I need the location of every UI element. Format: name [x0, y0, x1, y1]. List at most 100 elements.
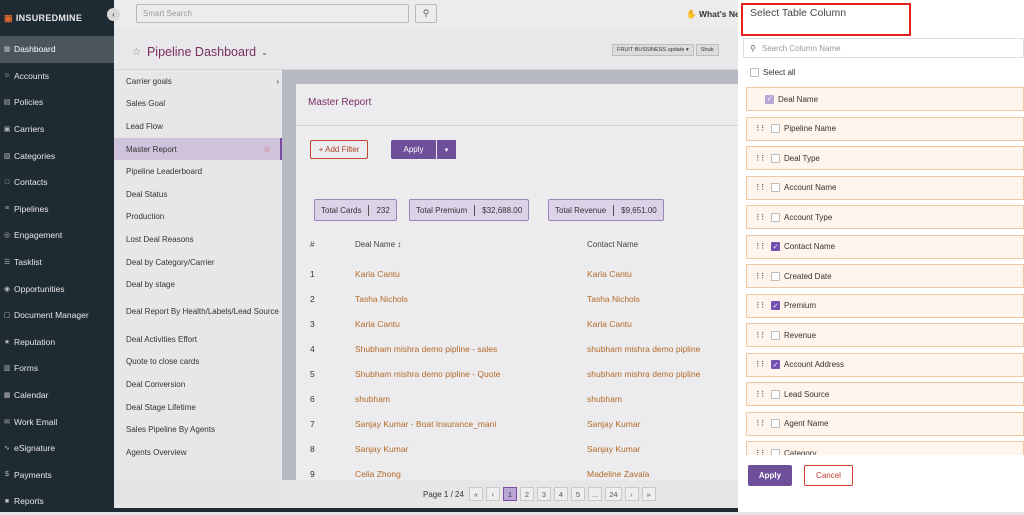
checkbox[interactable] [771, 124, 780, 133]
drag-handle-icon[interactable]: ⠇⠇ [756, 213, 767, 222]
checkbox[interactable] [771, 419, 780, 428]
drag-handle-icon[interactable]: ⠇⠇ [756, 331, 767, 340]
page-button[interactable]: 4 [553, 487, 568, 501]
last-page-button[interactable]: » [641, 487, 656, 501]
contact-name-link[interactable]: Sanjay Kumar [587, 444, 640, 454]
page-button[interactable]: 2 [519, 487, 534, 501]
report-item-sales-pipeline-by-agents[interactable]: Sales Pipeline By Agents [114, 418, 282, 441]
star-icon[interactable]: ☆ [263, 144, 271, 155]
first-page-button[interactable]: « [468, 487, 483, 501]
sidebar-item-pipelines[interactable]: ≡ Pipelines [0, 196, 114, 223]
sidebar-item-esignature[interactable]: ∿ eSignature [0, 435, 114, 462]
drag-handle-icon[interactable]: ⠇⠇ [756, 183, 767, 192]
column-option-deal-type[interactable]: ⠇⠇ Deal Type [746, 146, 1024, 170]
cancel-button[interactable]: Cancel [804, 465, 853, 486]
report-item-deal-by-stage[interactable]: Deal by stage [114, 273, 282, 296]
smart-search-input[interactable]: Smart Search [136, 4, 409, 23]
checkbox[interactable] [771, 183, 780, 192]
sidebar-item-work-email[interactable]: ✉ Work Email [0, 408, 114, 435]
search-button[interactable]: ⚲ [415, 4, 437, 23]
page-button[interactable]: 24 [605, 487, 622, 501]
column-option-deal-name[interactable]: ✓ Deal Name [746, 87, 1024, 111]
sidebar-item-payments[interactable]: $ Payments [0, 462, 114, 489]
dashboard-selector[interactable]: ☆ Pipeline Dashboard ⌄ [132, 45, 268, 59]
column-option-pipeline-name[interactable]: ⠇⠇ Pipeline Name [746, 116, 1024, 141]
deal-name-link[interactable]: Tasha Nichols [355, 294, 408, 304]
report-item-production[interactable]: Production [114, 206, 282, 229]
drag-handle-icon[interactable]: ⠇⠇ [756, 449, 767, 456]
apply-dropdown-button[interactable]: ▾ [437, 140, 456, 159]
column-option-agent-name[interactable]: ⠇⠇ Agent Name [746, 411, 1024, 436]
sidebar-item-reputation[interactable]: ★ Reputation [0, 329, 114, 356]
column-option-revenue[interactable]: ⠇⠇ Revenue [746, 323, 1024, 347]
pipeline-select[interactable]: FRUIT BUSSINESS update ▾ [612, 44, 694, 56]
logo[interactable]: ▣ INSUREDMINE [0, 0, 114, 36]
sidebar-item-tasklist[interactable]: ☰ Tasklist [0, 249, 114, 276]
checkbox[interactable]: ✓ [771, 242, 780, 251]
sidebar-item-opportunities[interactable]: ◉ Opportunities [0, 275, 114, 302]
contact-name-link[interactable]: shubham mishra demo pipline [587, 369, 700, 379]
whats-new-link[interactable]: ✋ What's Ne [686, 9, 740, 20]
report-item-pipeline-leaderboard[interactable]: Pipeline Leaderboard [114, 160, 282, 183]
drag-handle-icon[interactable]: ⠇⠇ [756, 301, 767, 310]
deal-name-link[interactable]: Shubham mishra demo pipline - Quote [355, 369, 501, 379]
deal-name-link[interactable]: Sanjay Kumar [355, 444, 408, 454]
sidebar-item-calendar[interactable]: ▦ Calendar [0, 382, 114, 409]
report-item-lost-deal-reasons[interactable]: Lost Deal Reasons [114, 228, 282, 251]
deal-name-link[interactable]: shubham [355, 394, 390, 404]
apply-filter-button[interactable]: Apply [391, 140, 436, 159]
page-button[interactable]: 3 [536, 487, 551, 501]
sidebar-item-document-manager[interactable]: ▢ Document Manager [0, 302, 114, 329]
page-button[interactable]: 1 [502, 487, 517, 501]
select-all-checkbox[interactable]: Select all [750, 68, 795, 77]
apply-columns-button[interactable]: Apply [748, 465, 792, 486]
column-option-premium[interactable]: ⠇⠇ ✓ Premium [746, 293, 1024, 318]
drag-handle-icon[interactable]: ⠇⠇ [756, 360, 767, 369]
report-item-lead-flow[interactable]: Lead Flow [114, 115, 282, 138]
contact-name-link[interactable]: shubham mishra demo pipline [587, 344, 700, 354]
report-item-deal-stage-lifetime[interactable]: Deal Stage Lifetime [114, 396, 282, 419]
report-item-deal-status[interactable]: Deal Status [114, 183, 282, 206]
column-search-input[interactable]: ⚲ Search Column Name [743, 38, 1024, 58]
report-item-quote-to-close-cards[interactable]: Quote to close cards [114, 351, 282, 374]
star-icon[interactable]: ☆ [132, 47, 141, 58]
drag-handle-icon[interactable]: ⠇⠇ [756, 242, 767, 251]
report-item-carrier-goals[interactable]: Carrier goals › [114, 70, 282, 93]
contact-name-link[interactable]: Karla Cantu [587, 269, 632, 279]
checkbox[interactable] [771, 212, 780, 222]
deal-name-link[interactable]: Celia Zhong [355, 469, 401, 479]
page-button[interactable]: 5 [570, 487, 585, 501]
sidebar-item-forms[interactable]: ▥ Forms [0, 355, 114, 382]
sidebar-item-reports[interactable]: ■ Reports [0, 488, 114, 515]
report-item-sales-goal[interactable]: Sales Goal [114, 93, 282, 116]
column-header-contact-name[interactable]: Contact Name [587, 240, 638, 249]
column-option-account-address[interactable]: ⠇⠇ ✓ Account Address [746, 352, 1024, 377]
checkbox[interactable]: ✓ [771, 301, 780, 310]
column-option-account-name[interactable]: ⠇⠇ Account Name [746, 175, 1024, 200]
column-header-deal-name[interactable]: Deal Name ↕ [355, 240, 401, 249]
drag-handle-icon[interactable]: ⠇⠇ [756, 419, 767, 428]
checkbox[interactable] [771, 153, 780, 163]
drag-handle-icon[interactable]: ⠇⠇ [756, 390, 767, 399]
column-option-lead-source[interactable]: ⠇⠇ Lead Source [746, 382, 1024, 406]
sidebar-item-categories[interactable]: ▧ Categories [0, 142, 114, 169]
report-item-deal-report-by-health-labels-lead-source[interactable]: Deal Report By Health/Labels/Lead Source [114, 296, 282, 328]
next-page-button[interactable]: › [624, 487, 639, 501]
deal-name-link[interactable]: Karla Cantu [355, 319, 400, 329]
deal-name-link[interactable]: Karla Cantu [355, 269, 400, 279]
report-item-agents-overview[interactable]: Agents Overview [114, 441, 282, 464]
drag-handle-icon[interactable]: ⠇⠇ [756, 154, 767, 163]
report-item-deal-activities-effort[interactable]: Deal Activities Effort [114, 328, 282, 351]
column-option-created-date[interactable]: ⠇⠇ Created Date [746, 264, 1024, 288]
contact-name-link[interactable]: Sanjay Kumar [587, 419, 640, 429]
add-filter-button[interactable]: + Add Filter [310, 140, 368, 159]
checkbox[interactable]: ✓ [771, 360, 780, 369]
sidebar-item-contacts[interactable]: □ Contacts [0, 169, 114, 196]
report-item-master-report[interactable]: Master Report ☆ [114, 137, 282, 161]
sidebar-item-dashboard[interactable]: ▦ Dashboard [0, 36, 114, 63]
chevron-right-icon[interactable]: › [276, 77, 279, 86]
checkbox[interactable] [771, 330, 780, 340]
prev-page-button[interactable]: ‹ [485, 487, 500, 501]
sidebar-item-policies[interactable]: ▤ Policies [0, 89, 114, 116]
deal-name-link[interactable]: Sanjay Kumar - Boat Insurance_mani [355, 419, 496, 429]
